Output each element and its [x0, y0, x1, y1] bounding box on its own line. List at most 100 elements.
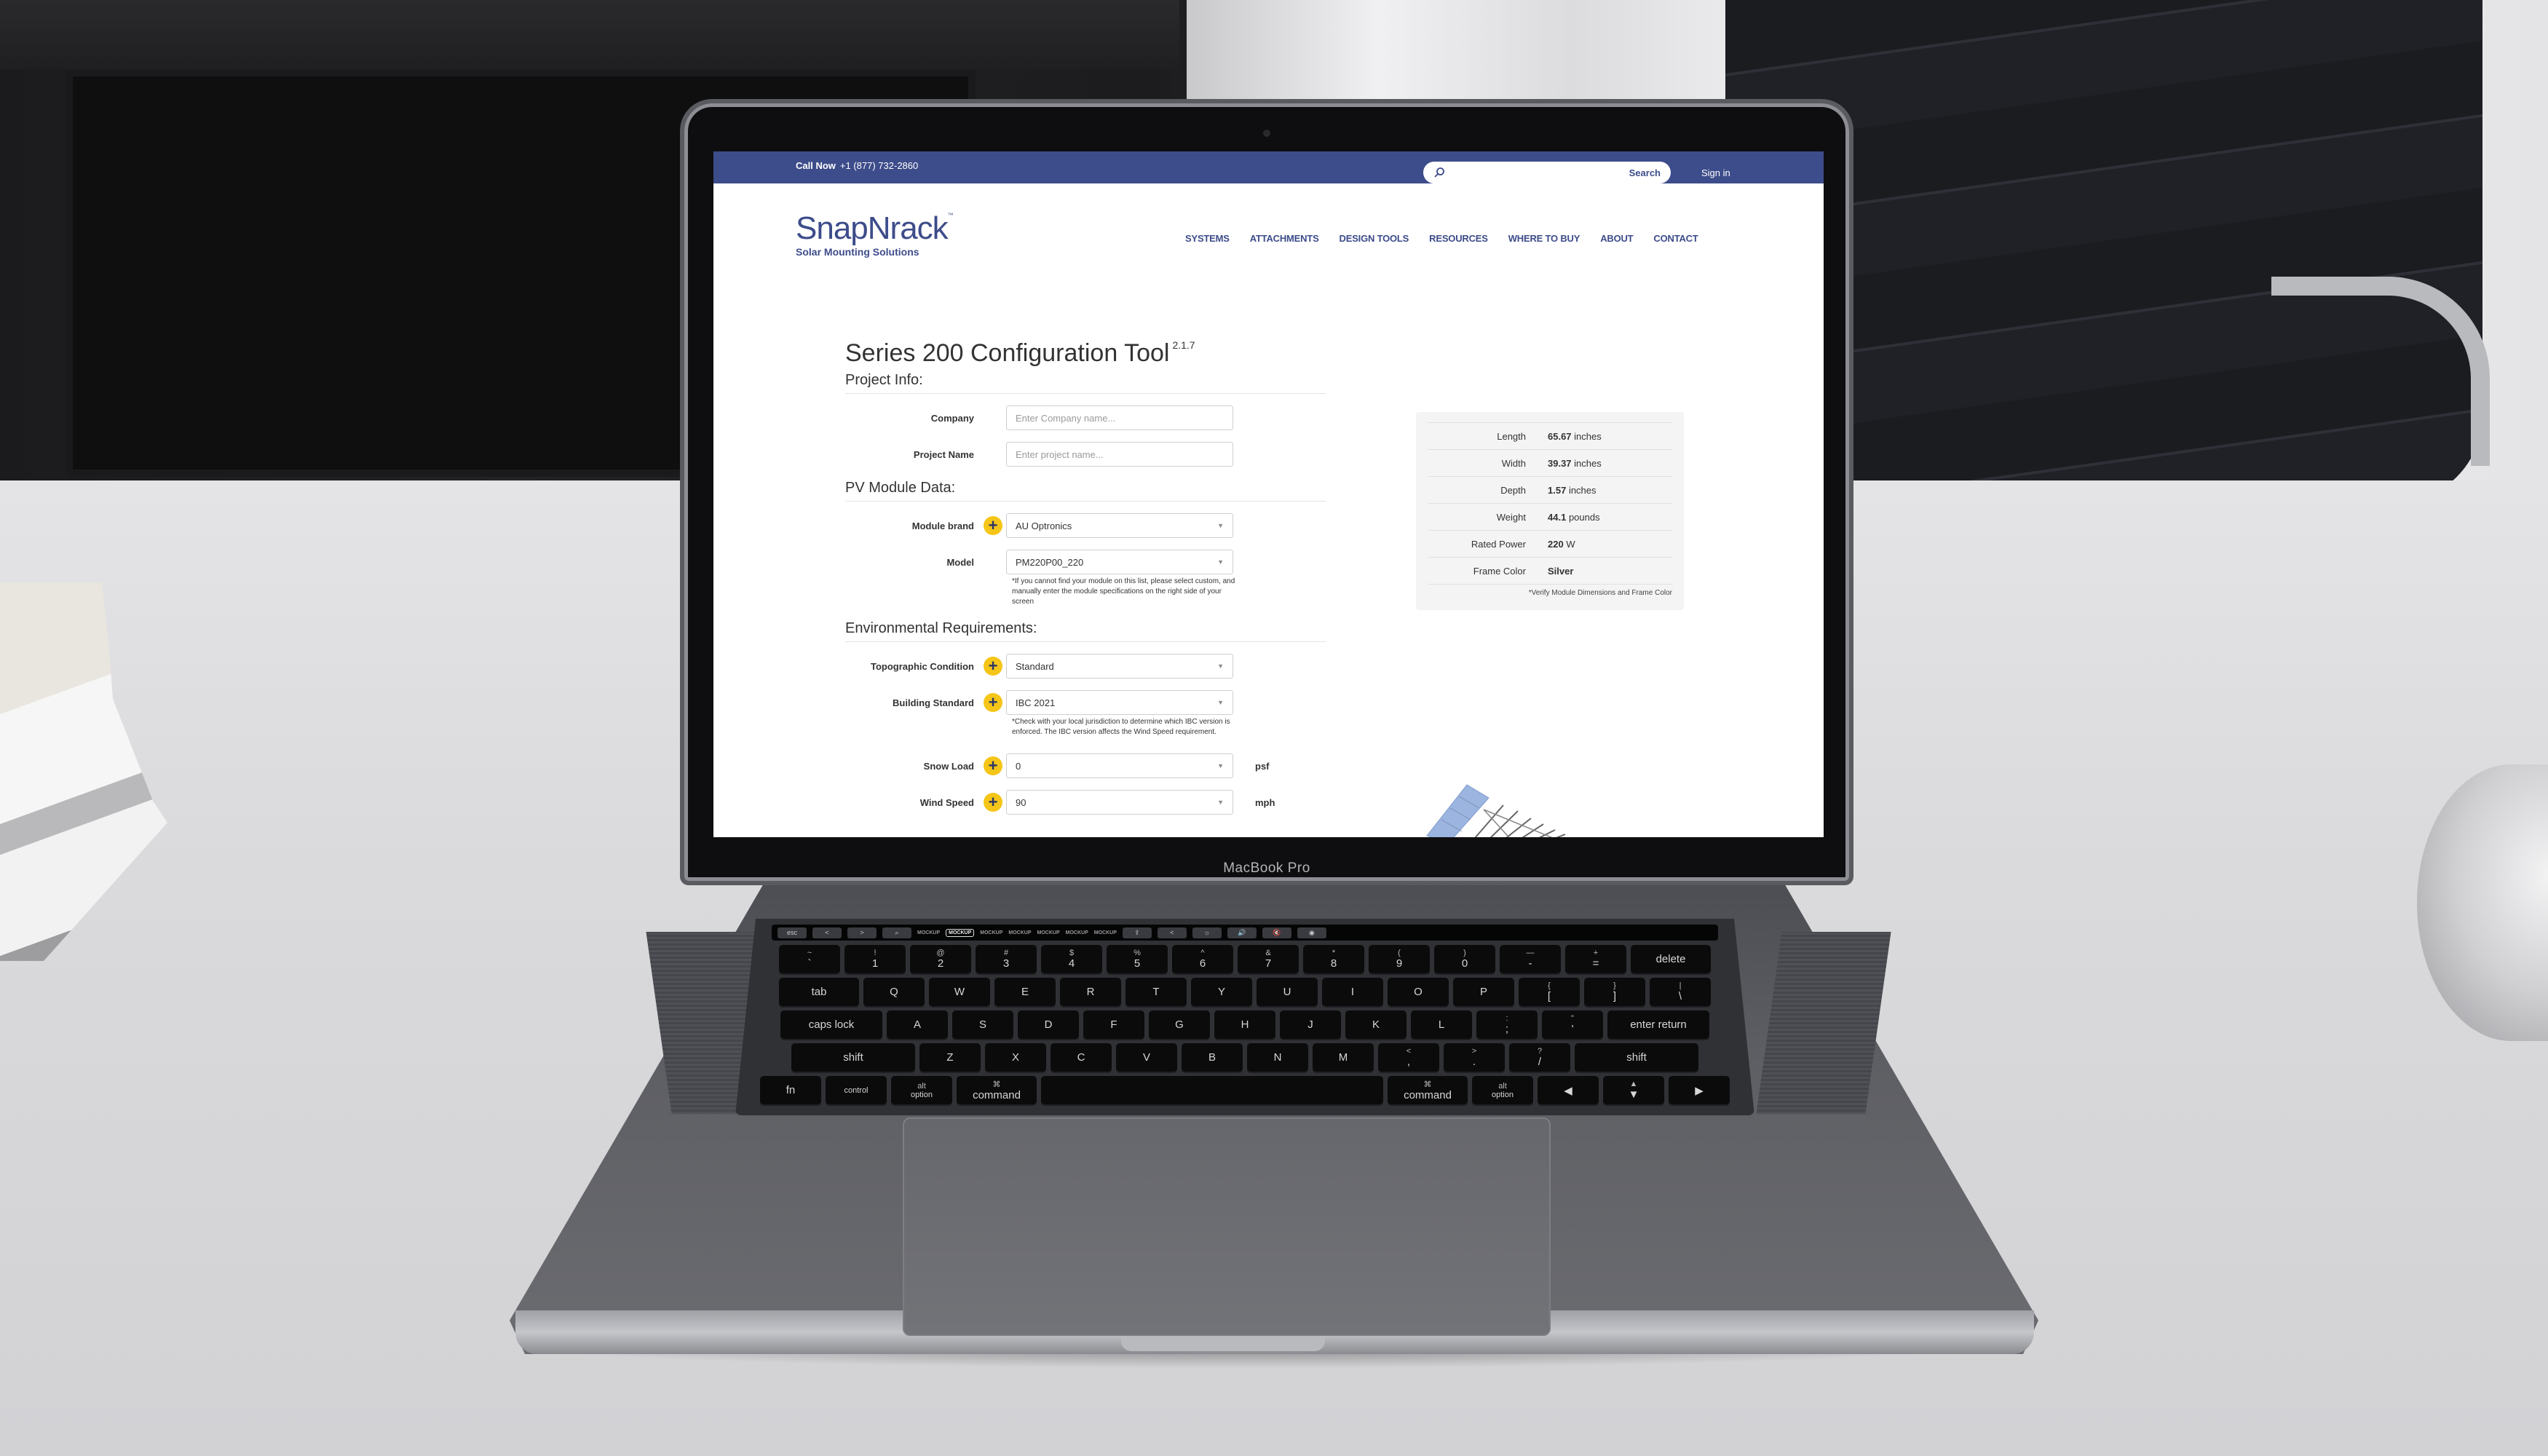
key-control[interactable]: control [826, 1076, 887, 1104]
key-[interactable]: >. [1444, 1043, 1505, 1072]
key-m[interactable]: M [1313, 1043, 1374, 1072]
key-[interactable]: ◀ [1538, 1076, 1599, 1104]
key-i[interactable]: I [1322, 978, 1383, 1006]
add-building-standard-icon[interactable]: + [984, 693, 1002, 712]
touchbar-mute-icon[interactable]: 🔇 [1262, 927, 1291, 938]
phone-number[interactable]: +1 (877) 732-2860 [840, 160, 918, 171]
key-t[interactable]: T [1125, 978, 1187, 1006]
nav-where-to-buy[interactable]: WHERE TO BUY [1508, 233, 1580, 244]
key-e[interactable]: E [994, 978, 1056, 1006]
key-g[interactable]: G [1149, 1010, 1210, 1039]
key-8[interactable]: * 8 [1303, 945, 1364, 973]
module-brand-select[interactable]: AU Optronics ▼ [1006, 513, 1233, 538]
touchbar-mockup-item[interactable]: MOCKUP [1066, 930, 1088, 935]
key-[interactable]: ~ ` [779, 945, 840, 973]
touchbar--[interactable]: < [812, 927, 842, 938]
key-[interactable]: ▶ [1669, 1076, 1730, 1104]
key-[interactable]: ▲ ▼ [1603, 1076, 1664, 1104]
key-f[interactable]: F [1083, 1010, 1144, 1039]
wind-speed-select[interactable]: 90 ▼ [1006, 790, 1233, 815]
touch-bar[interactable]: esc < > ⌕ MOCKUP MOCKUP MOCKUP MOCKUP MOCKUP MOCK… [772, 925, 1718, 941]
touchbar-mockup-item[interactable]: MOCKUP [1008, 930, 1031, 935]
project-name-input[interactable] [1016, 448, 1224, 460]
touchbar-siri-icon[interactable]: ◉ [1297, 927, 1326, 938]
building-standard-select[interactable]: IBC 2021 ▼ [1006, 690, 1233, 715]
touchbar-mockup-item[interactable]: MOCKUP [980, 930, 1002, 935]
key-o[interactable]: O [1388, 978, 1449, 1006]
key-command[interactable]: ⌘ command [1388, 1076, 1468, 1104]
key-tab[interactable]: tab [779, 978, 859, 1006]
key-[interactable]: ? / [1509, 1043, 1570, 1072]
key-command[interactable]: ⌘ command [957, 1076, 1037, 1104]
key-4[interactable]: $4 [1041, 945, 1102, 973]
key-b[interactable]: B [1182, 1043, 1243, 1072]
key-y[interactable]: Y [1191, 978, 1252, 1006]
key-[interactable]: — - [1500, 945, 1561, 973]
search-input[interactable] [1451, 167, 1629, 178]
key-fn[interactable]: fn [760, 1076, 821, 1104]
add-wind-speed-icon[interactable]: + [984, 793, 1002, 812]
key-shift[interactable]: shift [791, 1043, 915, 1072]
touchbar-mockup-item[interactable]: MOCKUP [1037, 930, 1060, 935]
key-r[interactable]: R [1060, 978, 1121, 1006]
key-6[interactable]: ^ 6 [1172, 945, 1233, 973]
key-1[interactable]: ! 1 [844, 945, 906, 973]
key-n[interactable]: N [1247, 1043, 1308, 1072]
key-3[interactable]: #3 [976, 945, 1037, 973]
nav-design-tools[interactable]: DESIGN TOOLS [1340, 233, 1409, 244]
model-select[interactable]: PM220P00_220 ▼ [1006, 550, 1233, 574]
nav-attachments[interactable]: ATTACHMENTS [1250, 233, 1319, 244]
key-7[interactable]: & 7 [1238, 945, 1299, 973]
key-d[interactable]: D [1018, 1010, 1079, 1039]
key-h[interactable]: H [1214, 1010, 1275, 1039]
key-[interactable]: " ' [1542, 1010, 1603, 1039]
key-[interactable]: }] [1584, 978, 1645, 1006]
key-q[interactable]: Q [863, 978, 925, 1006]
key-alt-option[interactable]: alt option [891, 1076, 952, 1104]
touchbar-mockup-item[interactable]: MOCKUP [1094, 930, 1117, 935]
sign-in-link[interactable]: Sign in [1701, 167, 1730, 178]
touchbar-esc-icon[interactable]: esc [778, 927, 807, 938]
touchbar-volume-up-icon[interactable]: 🔊 [1227, 927, 1257, 938]
touchbar--[interactable]: > [847, 927, 877, 938]
topographic-select[interactable]: Standard ▼ [1006, 654, 1233, 678]
nav-contact[interactable]: CONTACT [1653, 233, 1698, 244]
nav-resources[interactable]: RESOURCES [1429, 233, 1488, 244]
key-l[interactable]: L [1411, 1010, 1472, 1039]
touchbar-share-icon[interactable]: ⇪ [1122, 927, 1152, 938]
snow-load-select[interactable]: 0 ▼ [1006, 753, 1233, 778]
key-0[interactable]: ) 0 [1434, 945, 1495, 973]
key-k[interactable]: K [1345, 1010, 1406, 1039]
key-p[interactable]: P [1453, 978, 1514, 1006]
key-x[interactable]: X [985, 1043, 1046, 1072]
key-c[interactable]: C [1051, 1043, 1112, 1072]
key-u[interactable]: U [1257, 978, 1318, 1006]
key-j[interactable]: J [1280, 1010, 1341, 1039]
key-[interactable]: {[ [1519, 978, 1580, 1006]
touchbar--[interactable]: < [1157, 927, 1187, 938]
nav-systems[interactable]: SYSTEMS [1185, 233, 1230, 244]
key-space[interactable] [1041, 1076, 1383, 1104]
snapnrack-logo[interactable]: SnapNrack™ Solar Mounting Solutions [796, 213, 954, 258]
key-z[interactable]: Z [919, 1043, 981, 1072]
key-[interactable]: | \ [1650, 978, 1711, 1006]
touchbar-search-icon[interactable]: ⌕ [882, 927, 911, 938]
key-v[interactable]: V [1116, 1043, 1177, 1072]
key-2[interactable]: @2 [910, 945, 971, 973]
key-alt-option[interactable]: alt option [1472, 1076, 1533, 1104]
add-snow-load-icon[interactable]: + [984, 756, 1002, 775]
nav-about[interactable]: ABOUT [1600, 233, 1633, 244]
key-delete[interactable]: delete [1631, 945, 1711, 973]
key-[interactable]: + = [1565, 945, 1626, 973]
search-button[interactable]: Search [1629, 167, 1661, 178]
key-5[interactable]: % 5 [1107, 945, 1168, 973]
add-module-brand-icon[interactable]: + [984, 516, 1002, 535]
touchbar-brightness-icon[interactable]: ☼ [1192, 927, 1222, 938]
company-input[interactable] [1016, 412, 1224, 424]
key-[interactable]: <, [1378, 1043, 1439, 1072]
key-s[interactable]: S [952, 1010, 1013, 1039]
key-[interactable]: :; [1476, 1010, 1538, 1039]
key-9[interactable]: (9 [1369, 945, 1430, 973]
key-enter-return[interactable]: enter return [1607, 1010, 1709, 1039]
touchbar-mockup-item[interactable]: MOCKUP [946, 928, 975, 937]
